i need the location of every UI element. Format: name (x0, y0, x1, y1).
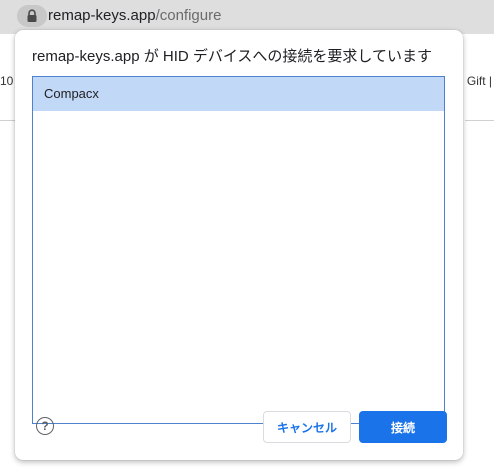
connect-button[interactable]: 接続 (359, 411, 447, 443)
lock-icon (27, 9, 37, 22)
background-divider (465, 120, 494, 121)
device-list-item[interactable]: Compacx (33, 77, 444, 111)
hid-permission-dialog: remap-keys.app が HID デバイスへの接続を要求しています Co… (15, 30, 463, 460)
background-text-left: 10 (0, 74, 14, 88)
address-bar[interactable]: remap-keys.app/configure (48, 6, 221, 26)
url-domain: remap-keys.app (48, 7, 156, 24)
background-divider (0, 120, 15, 121)
help-glyph: ? (41, 419, 49, 433)
cancel-button[interactable]: キャンセル (263, 411, 351, 443)
dialog-title: remap-keys.app が HID デバイスへの接続を要求しています (32, 48, 432, 65)
help-icon[interactable]: ? (36, 417, 54, 435)
device-label: Compacx (44, 86, 99, 101)
url-path: /configure (155, 7, 222, 24)
background-text-right: Gift | (466, 74, 492, 88)
site-info-button[interactable] (17, 5, 47, 27)
device-list[interactable]: Compacx (32, 76, 445, 424)
browser-toolbar: remap-keys.app/configure (0, 0, 494, 34)
